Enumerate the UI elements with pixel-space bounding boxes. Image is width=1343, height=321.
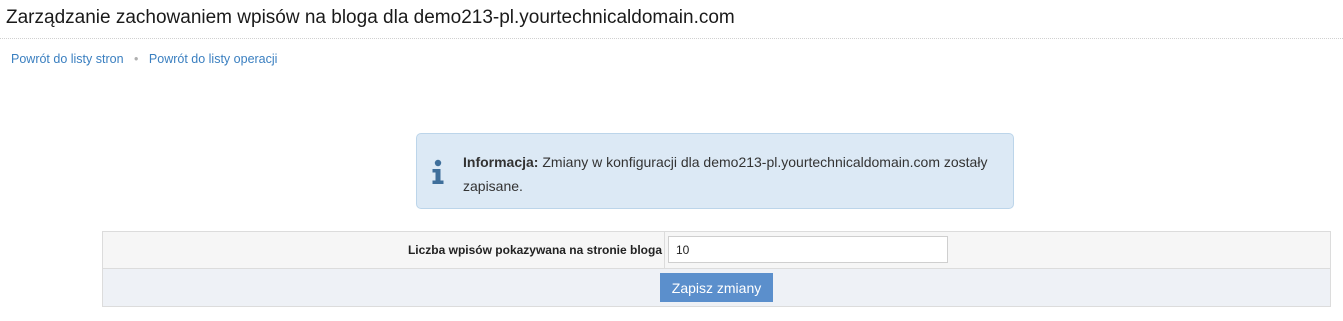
- column-divider: [664, 232, 665, 268]
- breadcrumb: Powrót do listy stron • Powrót do listy …: [11, 52, 277, 66]
- form-actions-row: Zapisz zmiany: [103, 269, 1330, 306]
- info-message-box: Informacja: Zmiany w konfiguracji dla de…: [416, 133, 1014, 209]
- back-to-operation-list-link[interactable]: Powrót do listy operacji: [149, 52, 278, 66]
- settings-form: Liczba wpisów pokazywana na stronie blog…: [102, 231, 1331, 307]
- title-divider: [0, 38, 1343, 39]
- info-heading: Informacja:: [463, 154, 539, 170]
- info-message: Zmiany w konfiguracji dla demo213-pl.you…: [463, 154, 988, 194]
- info-icon: [432, 159, 444, 184]
- posts-per-page-label: Liczba wpisów pokazywana na stronie blog…: [407, 243, 662, 257]
- save-changes-button[interactable]: Zapisz zmiany: [660, 273, 773, 302]
- posts-per-page-row: Liczba wpisów pokazywana na stronie blog…: [103, 232, 1330, 269]
- breadcrumb-separator: •: [134, 52, 139, 66]
- posts-per-page-input[interactable]: [668, 236, 948, 263]
- page-title: Zarządzanie zachowaniem wpisów na bloga …: [6, 7, 735, 28]
- back-to-site-list-link[interactable]: Powrót do listy stron: [11, 52, 124, 66]
- info-text: Informacja: Zmiany w konfiguracji dla de…: [463, 150, 1003, 198]
